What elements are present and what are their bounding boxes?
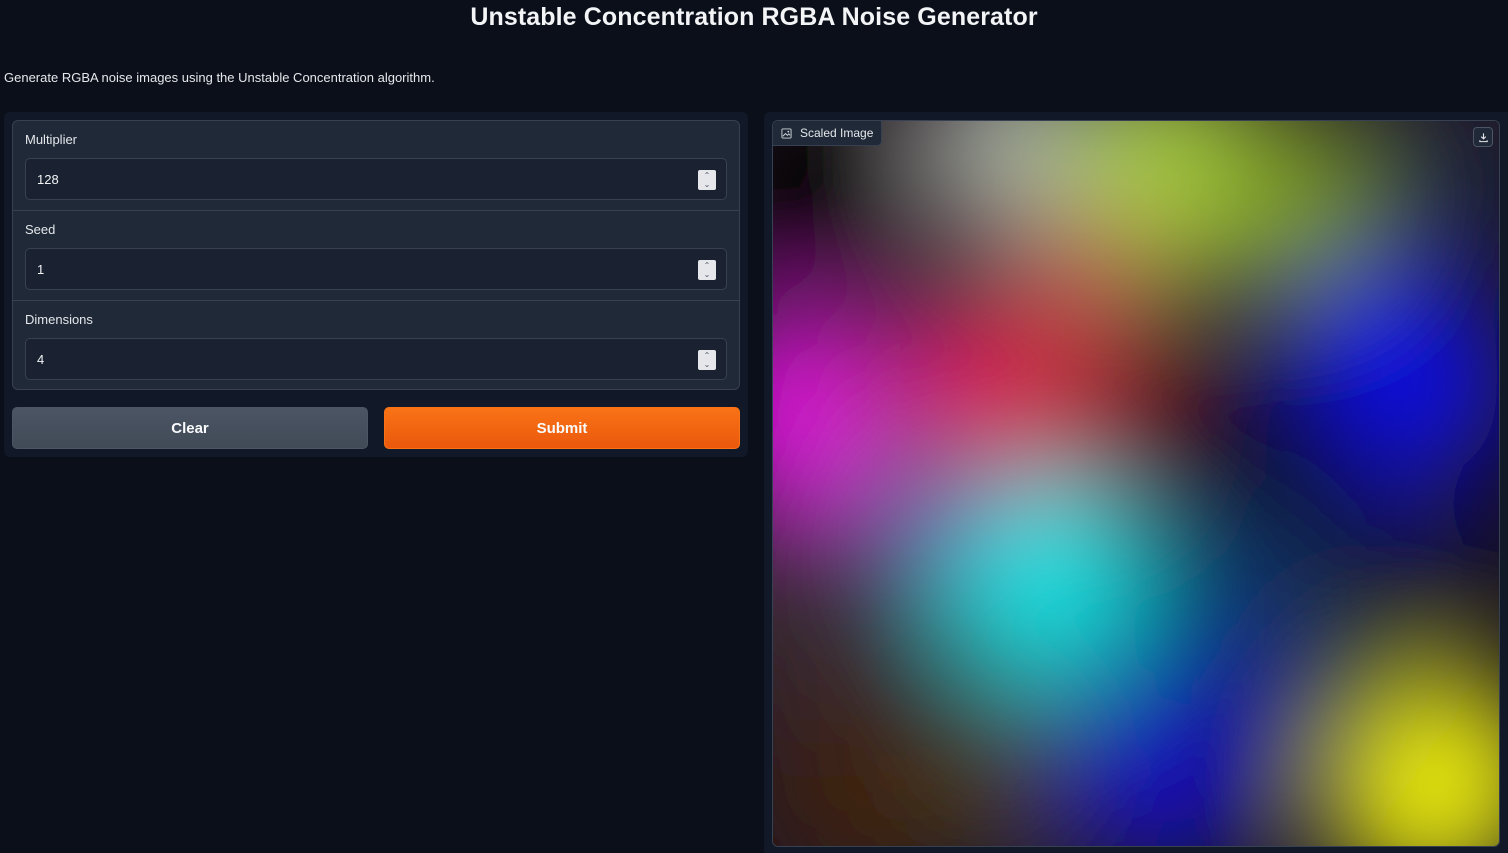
dimensions-stepper[interactable]: ⌃ ⌄ [698, 350, 716, 370]
scaled-image-block: Scaled Image [772, 120, 1500, 847]
multiplier-stepper[interactable]: ⌃ ⌄ [698, 170, 716, 190]
seed-input[interactable]: 1 ⌃ ⌄ [25, 248, 727, 290]
dimensions-value: 4 [37, 352, 45, 367]
chevron-down-icon[interactable]: ⌄ [704, 180, 711, 189]
input-panel: Multiplier 128 ⌃ ⌄ Seed 1 ⌃ ⌄ Dimensions… [4, 112, 748, 457]
page-description: Generate RGBA noise images using the Uns… [4, 70, 435, 85]
seed-value: 1 [37, 262, 45, 277]
multiplier-field: Multiplier 128 ⌃ ⌄ [13, 121, 739, 211]
download-button[interactable] [1473, 127, 1493, 147]
multiplier-value: 128 [37, 172, 59, 187]
dimensions-input[interactable]: 4 ⌃ ⌄ [25, 338, 727, 380]
seed-field: Seed 1 ⌃ ⌄ [13, 211, 739, 301]
chevron-down-icon[interactable]: ⌄ [704, 360, 711, 369]
chevron-up-icon[interactable]: ⌃ [704, 261, 711, 270]
seed-stepper[interactable]: ⌃ ⌄ [698, 260, 716, 280]
chevron-down-icon[interactable]: ⌄ [704, 270, 711, 279]
clear-button[interactable]: Clear [12, 407, 368, 449]
input-form: Multiplier 128 ⌃ ⌄ Seed 1 ⌃ ⌄ Dimensions… [12, 120, 740, 390]
download-icon [1478, 132, 1488, 142]
app-page: Unstable Concentration RGBA Noise Genera… [0, 0, 1508, 853]
output-panel: Scaled Image [764, 112, 1508, 853]
dimensions-field: Dimensions 4 ⌃ ⌄ [13, 301, 739, 389]
page-title: Unstable Concentration RGBA Noise Genera… [470, 3, 1038, 31]
multiplier-input[interactable]: 128 ⌃ ⌄ [25, 158, 727, 200]
chevron-up-icon[interactable]: ⌃ [704, 171, 711, 180]
image-label: Scaled Image [773, 121, 883, 146]
noise-image [773, 121, 1499, 846]
multiplier-label: Multiplier [25, 132, 78, 147]
chevron-up-icon[interactable]: ⌃ [704, 351, 711, 360]
seed-label: Seed [25, 222, 56, 237]
dimensions-label: Dimensions [25, 312, 93, 327]
image-icon [781, 127, 792, 139]
image-label-text: Scaled Image [800, 126, 874, 140]
submit-button[interactable]: Submit [384, 407, 740, 449]
